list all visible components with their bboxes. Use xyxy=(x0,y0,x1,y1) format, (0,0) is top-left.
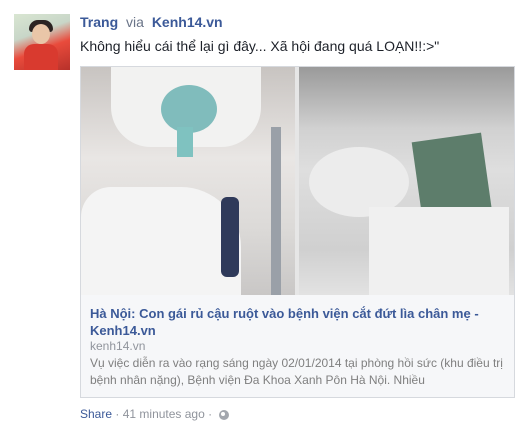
photo-detail xyxy=(299,67,514,127)
photo-left xyxy=(81,67,295,295)
status-text: Không hiểu cái thể lại gì đây... Xã hội … xyxy=(80,38,440,54)
link-title[interactable]: Hà Nội: Con gái rủ cậu ruột vào bệnh việ… xyxy=(90,305,505,339)
author-name-link[interactable]: Trang xyxy=(80,14,118,30)
footer-separator: · xyxy=(115,407,120,421)
photo-detail xyxy=(369,207,509,295)
avatar-body xyxy=(24,44,58,70)
photo-detail xyxy=(81,187,241,295)
post-timestamp[interactable]: 41 minutes ago xyxy=(123,407,205,421)
footer-separator: · xyxy=(208,407,213,421)
link-thumbnail[interactable] xyxy=(81,67,514,295)
avatar-face xyxy=(32,24,50,44)
photo-detail xyxy=(161,85,217,133)
link-description: Vụ việc diễn ra vào rạng sáng ngày 02/01… xyxy=(90,356,503,387)
post-footer: Share · 41 minutes ago · xyxy=(80,407,230,421)
author-avatar[interactable] xyxy=(14,14,70,70)
photo-detail xyxy=(271,127,281,295)
shared-link-card[interactable]: Hà Nội: Con gái rủ cậu ruột vào bệnh việ… xyxy=(80,66,515,398)
link-domain: kenh14.vn xyxy=(90,339,146,353)
globe-icon[interactable] xyxy=(219,409,230,420)
photo-right xyxy=(299,67,514,295)
share-link[interactable]: Share xyxy=(80,407,112,421)
post-header: Trang via Kenh14.vn xyxy=(80,14,223,30)
via-label: via xyxy=(126,14,144,30)
photo-detail xyxy=(177,127,193,157)
via-source-link[interactable]: Kenh14.vn xyxy=(152,14,223,30)
photo-detail xyxy=(221,197,239,277)
